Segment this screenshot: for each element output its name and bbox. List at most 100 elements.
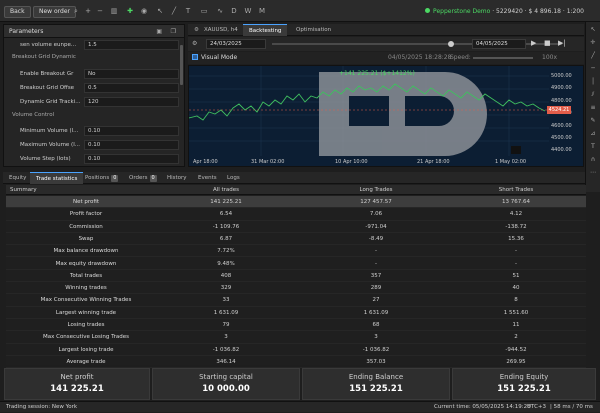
table-row[interactable]: Max Consecutive Losing Trades 3 3 2 [6,331,586,344]
timeframe-w[interactable]: W [244,7,252,15]
table-row[interactable]: Losing trades 79 68 11 [6,319,586,332]
date-to-input[interactable]: 04/05/2025 [472,39,526,49]
line-icon[interactable]: ╱ [170,7,178,15]
summary-net-profit: Net profit 141 225.21 [4,368,150,400]
param-value[interactable]: No [84,69,179,79]
timeframe-d[interactable]: D [230,7,238,15]
eye-icon[interactable]: ◉ [140,7,148,15]
pencil-icon[interactable]: ✎ [586,116,600,126]
tab-positions[interactable]: Positions 0 [79,172,124,184]
tab-logs[interactable]: Logs [221,172,246,184]
table-row[interactable]: Swap 6.87 -8.49 15.36 [6,233,586,246]
stop-icon[interactable]: ■ [544,39,551,47]
new-order-button[interactable]: New order [33,6,76,18]
table-row[interactable]: Profit factor 6.54 7.06 4.12 [6,208,586,221]
shapes-icon[interactable]: ▭ [200,7,208,15]
param-value[interactable]: 0.5 [84,83,179,93]
account-mode: Demo [472,8,491,15]
price-chart[interactable]: +141 225.21 ($+1412%) 5000.00 4900.00 48… [188,65,584,167]
row-value: 33 [222,297,230,304]
row-value: -1 109.76 [212,223,240,230]
channel-icon[interactable]: ⫽ [586,90,600,100]
slider-handle[interactable] [448,41,454,47]
search-icon[interactable]: ⌕ [72,7,80,15]
horizontal-line-icon[interactable]: ─ [586,64,600,74]
wave-icon[interactable]: ∿ [216,7,224,15]
table-row[interactable]: Average trade 346.14 357.03 269.95 [6,356,586,369]
tab-optimisation[interactable]: Optimisation [290,24,337,36]
row-value: 6.87 [219,235,233,242]
row-value: -1 036.82 [212,346,240,353]
text-tool-icon[interactable]: T [586,142,600,152]
chart-icon[interactable]: ▥ [110,7,118,15]
gear-icon[interactable]: ⚙ [192,40,197,47]
param-value[interactable]: 0.10 [84,154,179,164]
row-label: Commission [69,223,103,230]
table-row[interactable]: Winning trades 329 289 40 [6,282,586,295]
row-value: 1 551.60 [503,309,529,316]
param-value[interactable]: 1.5 [84,40,179,50]
param-value[interactable]: 0.10 [84,140,179,150]
more-icon[interactable]: ⋯ [586,168,600,178]
ruler-icon[interactable]: ⊿ [586,129,600,139]
tab-backtesting[interactable]: Backtesting [243,24,288,36]
row-value: 357 [370,272,382,279]
tab-events[interactable]: Events [192,172,223,184]
step-icon[interactable]: ▶| [558,39,566,47]
row-value: 9.48% [217,260,235,267]
param-value[interactable]: 120 [84,97,179,107]
crosshair-icon[interactable]: ✚ [126,7,134,15]
visual-mode-checkbox[interactable] [192,54,198,60]
row-value: 40 [512,285,520,292]
summary-starting-capital: Starting capital 10 000.00 [152,368,300,400]
timeframe-m[interactable]: M [258,7,266,15]
row-value: -1 036.82 [362,346,390,353]
row-value: 1 631.09 [363,309,389,316]
row-label: Max equity drawdown [55,260,117,267]
param-section: Breakout Grid Dynamic [12,54,76,60]
orders-count: 0 [149,175,157,182]
save-icon[interactable]: ▣ [156,25,162,38]
zoom-out-icon[interactable]: − [96,7,104,15]
table-row[interactable]: Largest losing trade -1 036.82 -1 036.82 -9… [6,344,586,356]
cursor-icon[interactable]: ↖ [156,7,164,15]
table-row[interactable]: Max Consecutive Winning Trades 33 27 8 [6,294,586,307]
scrollbar[interactable] [180,45,183,85]
table-row[interactable]: Net profit 141 225.21 127 457.57 13 767.64 [6,196,586,209]
fibonacci-icon[interactable]: ≡ [586,103,600,113]
text-icon[interactable]: T [184,7,192,15]
table-row[interactable]: Total trades 408 357 51 [6,270,586,283]
table-row[interactable]: Largest winning trade 1 631.09 1 631.09 1 5… [6,307,586,319]
play-icon[interactable]: ▶ [531,39,536,47]
zoom-in-icon[interactable]: + [84,7,92,15]
tab-symbol[interactable]: XAUUSD, h4 [198,24,244,36]
table-row[interactable]: Commission -1 109.76 -971.04 -138.72 [6,221,586,233]
magnet-icon[interactable]: ∩ [586,155,600,165]
param-value[interactable]: 0.10 [84,126,179,136]
copy-icon[interactable]: ❐ [171,25,176,38]
tab-trade-statistics[interactable]: Trade statistics [30,172,84,184]
cursor-tool-icon[interactable]: ↖ [586,25,600,35]
timezone[interactable]: UTC+3 [527,402,546,413]
crosshair-tool-icon[interactable]: ✛ [586,38,600,48]
row-value: 289 [370,285,382,292]
date-from-input[interactable]: 24/03/2025 [206,39,266,49]
row-value: 68 [372,322,380,328]
watermark-logo [319,72,487,156]
row-label: Max balance drawdown [53,248,119,255]
vertical-line-icon[interactable]: │ [586,77,600,87]
table-row[interactable]: Max balance drawdown 7.72% - - [6,245,586,258]
trendline-icon[interactable]: ╱ [586,51,600,61]
account-status[interactable]: Pepperstone Demo · 5229420 · $ 4 896.18 … [425,7,584,16]
row-value: 2 [514,334,518,341]
back-button[interactable]: Back [4,6,31,18]
table-row[interactable]: Max equity drawdown 9.48% - - [6,258,586,270]
row-label: Largest winning trade [55,309,117,316]
tab-equity[interactable]: Equity [3,172,32,184]
tab-history[interactable]: History [161,172,193,184]
speed-slider[interactable] [473,57,533,59]
tab-orders[interactable]: Orders 0 [123,172,163,184]
param-row: sen volume eunpe... 1.5 [4,39,186,51]
row-label: Average trade [66,358,106,365]
summary-ending-equity: Ending Equity 151 225.21 [452,368,596,400]
